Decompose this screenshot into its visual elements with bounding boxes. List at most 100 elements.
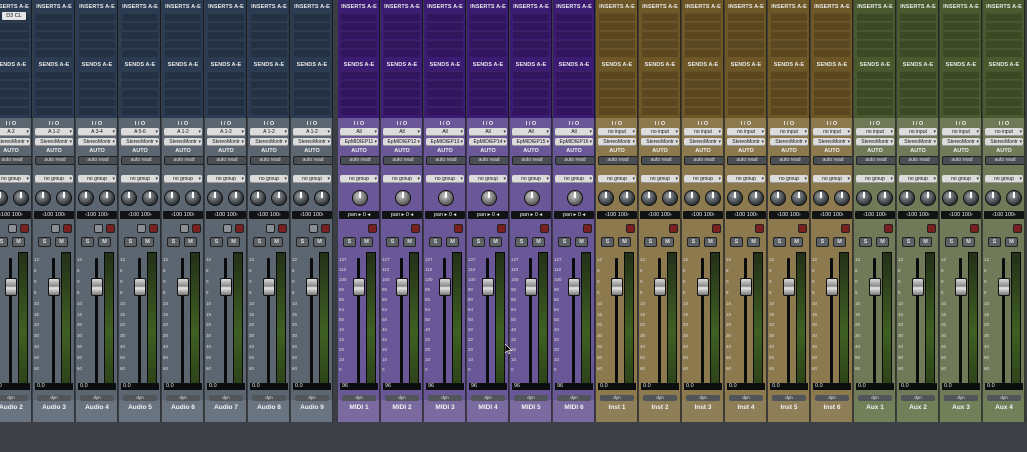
pan-knob-right[interactable] — [877, 190, 893, 206]
volume-fader[interactable] — [91, 278, 103, 296]
solo-button[interactable]: S — [945, 237, 958, 247]
track-name[interactable]: Audio 5 — [119, 403, 160, 413]
insert-slot[interactable] — [427, 13, 463, 21]
volume-value[interactable]: 0.0 — [684, 383, 722, 390]
automation-mode-selector[interactable]: auto read — [164, 156, 203, 165]
dyn-button[interactable]: dyn — [772, 395, 806, 401]
group-selector[interactable]: no group — [250, 175, 288, 183]
send-slot[interactable] — [384, 80, 420, 88]
input-selector[interactable]: A 5-6 — [121, 128, 159, 136]
send-slot[interactable] — [642, 98, 678, 106]
insert-slot[interactable] — [251, 22, 287, 30]
automation-mode-selector[interactable]: auto read — [293, 156, 332, 165]
insert-slot[interactable] — [599, 49, 635, 57]
insert-slot[interactable] — [771, 22, 807, 30]
mute-button[interactable]: M — [919, 237, 932, 247]
send-slot[interactable] — [427, 71, 463, 79]
send-slot[interactable] — [165, 107, 201, 115]
send-slot[interactable] — [814, 98, 850, 106]
send-slot[interactable] — [771, 98, 807, 106]
pan-knob-left[interactable] — [813, 190, 829, 206]
pan-knob-left[interactable] — [207, 190, 223, 206]
send-slot[interactable] — [814, 89, 850, 97]
input-selector[interactable]: All — [469, 128, 507, 136]
insert-slot[interactable] — [943, 13, 979, 21]
solo-button[interactable]: S — [296, 237, 309, 247]
input-selector[interactable]: A 1-2 — [250, 128, 288, 136]
record-enable-button[interactable] — [712, 224, 721, 233]
insert-slot[interactable] — [943, 49, 979, 57]
group-selector[interactable]: no group — [512, 175, 550, 183]
insert-slot[interactable] — [943, 40, 979, 48]
solo-button[interactable]: S — [644, 237, 657, 247]
volume-fader[interactable] — [955, 278, 967, 296]
input-selector[interactable]: no input — [727, 128, 765, 136]
insert-slot[interactable] — [427, 40, 463, 48]
insert-slot[interactable] — [728, 13, 764, 21]
mute-button[interactable]: M — [747, 237, 760, 247]
send-slot[interactable] — [341, 98, 377, 106]
group-selector[interactable]: no group — [469, 175, 507, 183]
send-slot[interactable] — [943, 80, 979, 88]
send-slot[interactable] — [900, 89, 936, 97]
input-monitor-button[interactable] — [266, 224, 275, 233]
mute-button[interactable]: M — [12, 237, 25, 247]
volume-fader[interactable] — [611, 278, 623, 296]
track-name[interactable]: Audio 4 — [76, 403, 117, 413]
automation-mode-selector[interactable]: auto read — [555, 156, 594, 165]
insert-slot[interactable] — [513, 13, 549, 21]
dyn-button[interactable]: dyn — [686, 395, 720, 401]
send-slot[interactable] — [857, 89, 893, 97]
send-slot[interactable] — [36, 107, 72, 115]
send-slot[interactable] — [0, 98, 29, 106]
volume-value[interactable]: 0.0 — [813, 383, 851, 390]
send-slot[interactable] — [0, 107, 29, 115]
track-name[interactable]: MIDI 3 — [424, 403, 465, 413]
insert-slot[interactable] — [341, 31, 377, 39]
send-slot[interactable] — [470, 89, 506, 97]
send-slot[interactable] — [384, 89, 420, 97]
mute-button[interactable]: M — [55, 237, 68, 247]
mute-button[interactable]: M — [360, 237, 373, 247]
insert-slot[interactable] — [294, 40, 330, 48]
insert-slot[interactable] — [79, 40, 115, 48]
group-selector[interactable]: no group — [770, 175, 808, 183]
pan-knob-left[interactable] — [78, 190, 94, 206]
send-slot[interactable] — [685, 71, 721, 79]
send-slot[interactable] — [943, 89, 979, 97]
group-selector[interactable]: no group — [684, 175, 722, 183]
send-slot[interactable] — [427, 107, 463, 115]
send-slot[interactable] — [814, 71, 850, 79]
input-selector[interactable]: no input — [684, 128, 722, 136]
insert-slot[interactable] — [208, 31, 244, 39]
dyn-button[interactable]: dyn — [428, 395, 462, 401]
volume-fader[interactable] — [306, 278, 318, 296]
dyn-button[interactable]: dyn — [514, 395, 548, 401]
send-slot[interactable] — [857, 80, 893, 88]
volume-fader[interactable] — [826, 278, 838, 296]
output-selector[interactable]: StereoMontr — [813, 138, 851, 146]
insert-slot[interactable] — [251, 31, 287, 39]
send-slot[interactable] — [685, 89, 721, 97]
insert-slot[interactable] — [384, 49, 420, 57]
record-enable-button[interactable] — [63, 224, 72, 233]
dyn-button[interactable]: dyn — [342, 395, 376, 401]
pan-knob[interactable] — [524, 190, 540, 206]
send-slot[interactable] — [599, 89, 635, 97]
volume-fader[interactable] — [568, 278, 580, 296]
volume-value[interactable]: 0.0 — [641, 383, 679, 390]
insert-slot[interactable] — [556, 13, 592, 21]
pan-knob[interactable] — [395, 190, 411, 206]
insert-slot[interactable] — [685, 22, 721, 30]
insert-slot[interactable] — [685, 40, 721, 48]
volume-fader[interactable] — [783, 278, 795, 296]
send-slot[interactable] — [986, 71, 1022, 79]
send-slot[interactable] — [122, 80, 158, 88]
insert-slot[interactable] — [857, 13, 893, 21]
input-selector[interactable]: no input — [985, 128, 1023, 136]
pan-knob-left[interactable] — [164, 190, 180, 206]
input-selector[interactable]: All — [426, 128, 464, 136]
insert-slot[interactable] — [208, 40, 244, 48]
insert-slot[interactable] — [814, 49, 850, 57]
send-slot[interactable] — [470, 71, 506, 79]
